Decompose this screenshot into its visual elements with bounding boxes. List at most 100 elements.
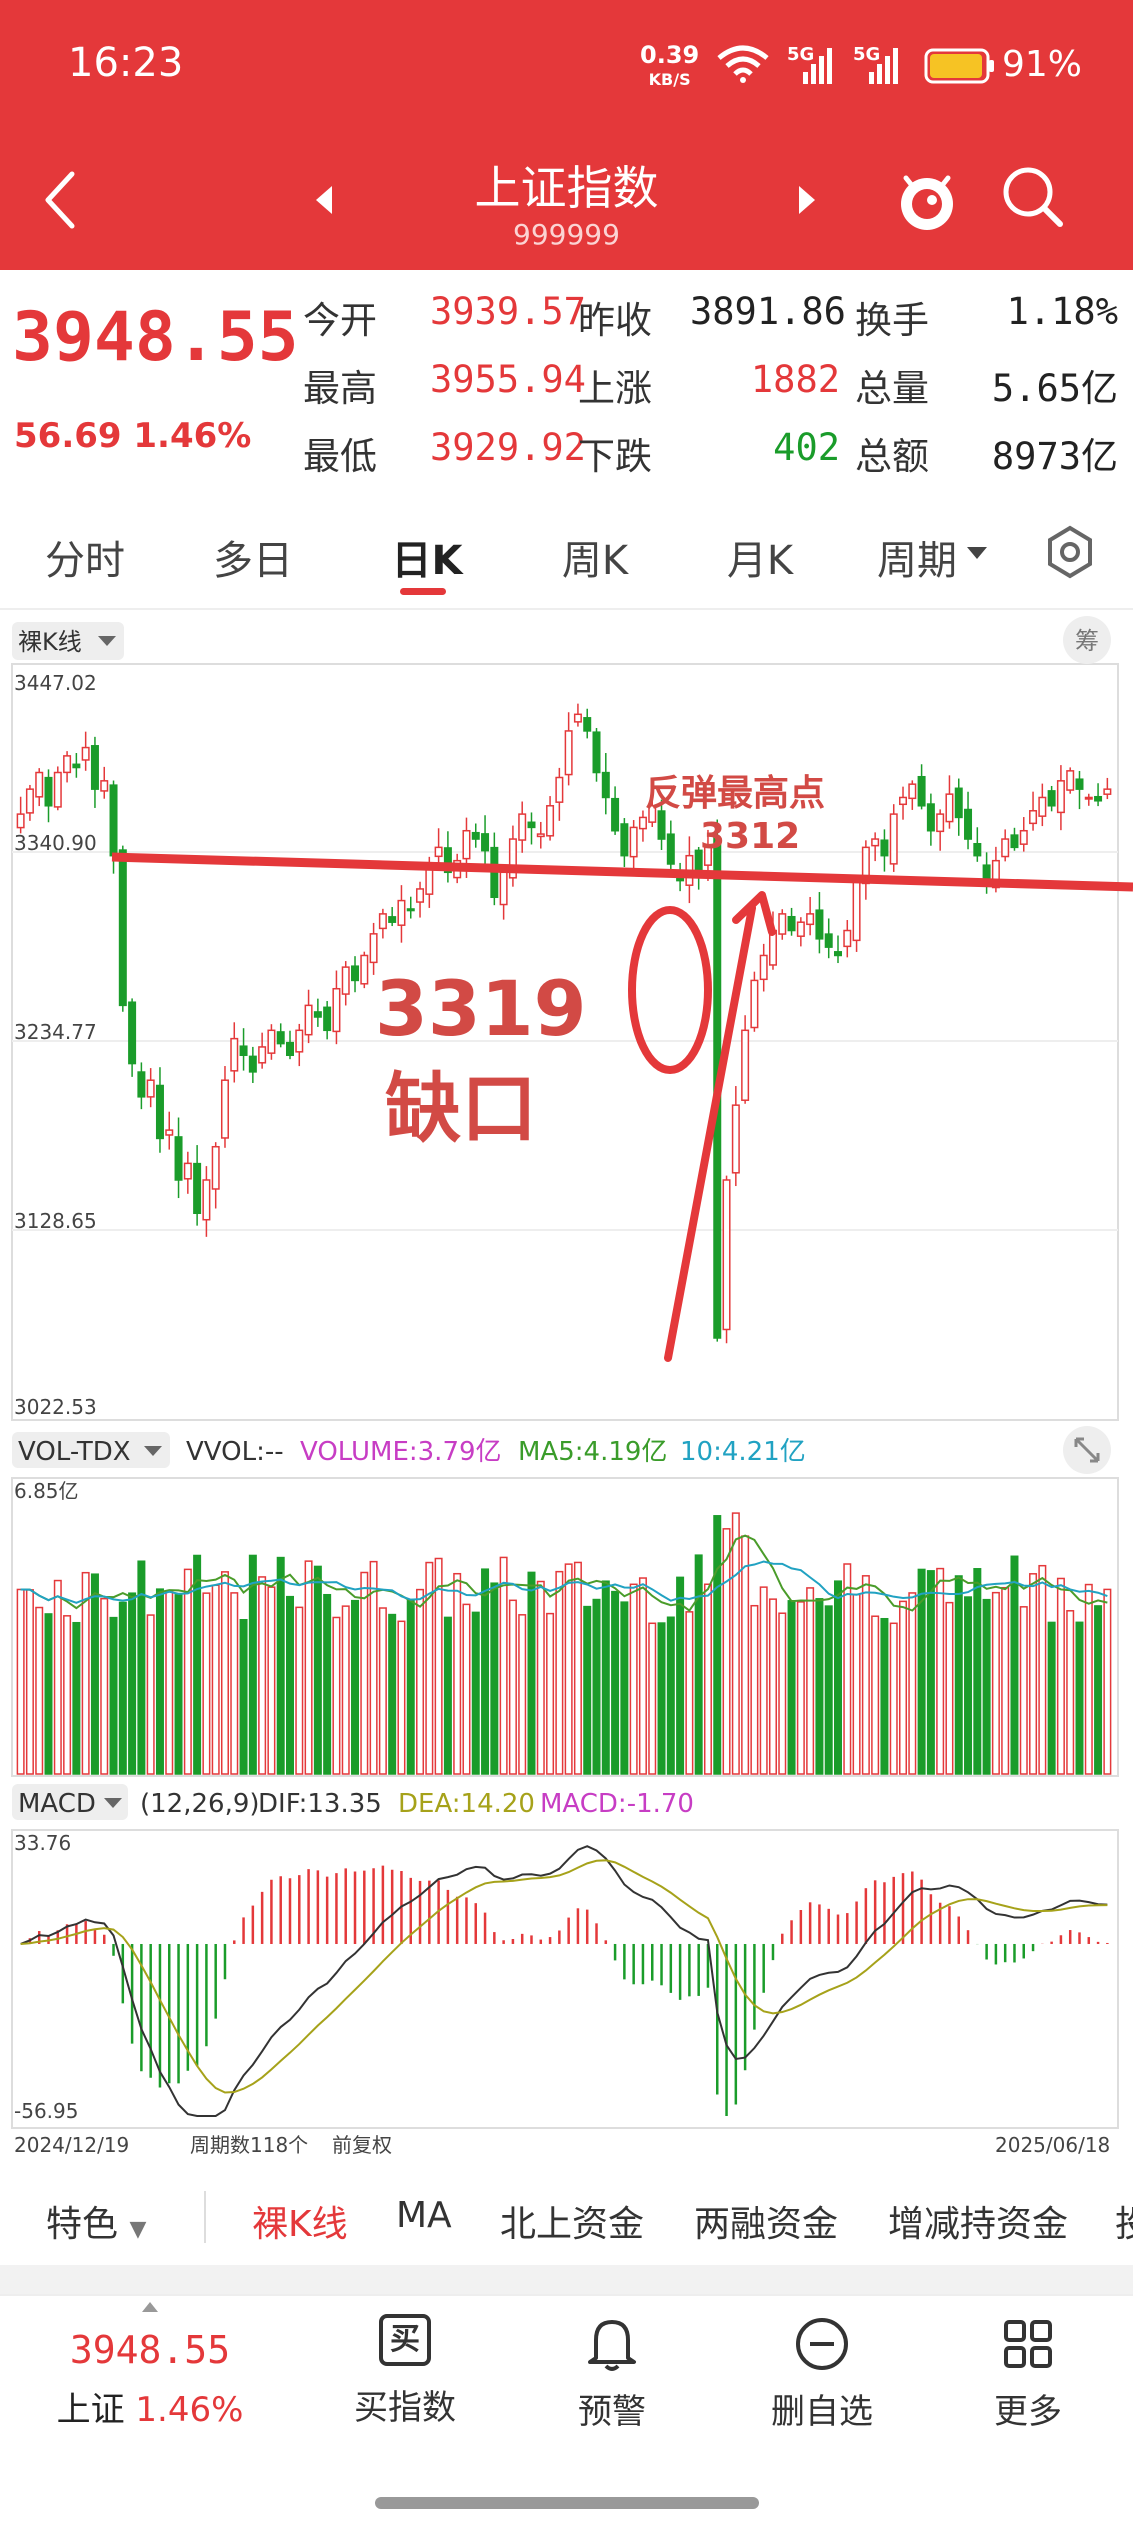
volume-bar: [53, 1579, 62, 1775]
bottom-index-info[interactable]: 上证 1.46%: [50, 2382, 250, 2431]
search-icon[interactable]: [1000, 164, 1066, 230]
tab-intraday[interactable]: 分时: [30, 528, 140, 586]
candle: [220, 1079, 229, 1139]
candle: [1066, 770, 1075, 791]
candle: [258, 1046, 267, 1064]
candle: [211, 1145, 220, 1190]
candle: [1094, 795, 1103, 802]
candle: [518, 813, 527, 841]
volume-bar: [220, 1571, 229, 1775]
macd-histogram: [28, 1865, 1109, 2116]
quote-value: 402: [773, 426, 840, 469]
volume-bar: [871, 1615, 880, 1775]
candle: [666, 833, 675, 865]
volume-bar: [796, 1601, 805, 1775]
candle: [165, 1129, 174, 1136]
volume-bar: [536, 1580, 545, 1775]
candle: [657, 810, 666, 840]
feature-special[interactable]: 特色 ▼: [46, 2195, 146, 2247]
candle: [499, 871, 508, 906]
volume-bar: [703, 1583, 712, 1775]
resistance-line: [111, 852, 1133, 892]
alert-button[interactable]: 预警: [532, 2310, 692, 2433]
quote-value: 3929.92: [430, 426, 586, 469]
candle: [564, 730, 573, 776]
tab-weekly-k[interactable]: 周K: [540, 528, 650, 586]
candle: [1103, 788, 1112, 795]
tab-multi-day[interactable]: 多日: [198, 528, 308, 586]
candle: [100, 780, 109, 792]
assistant-icon[interactable]: [892, 162, 962, 238]
candle: [323, 1006, 332, 1032]
bell-icon: [588, 2320, 636, 2371]
candle: [889, 813, 898, 865]
tab-period[interactable]: 周期: [862, 528, 972, 586]
candle: [81, 746, 90, 761]
period-count: 周期数118个: [190, 2133, 308, 2157]
quote-label: 总量: [855, 367, 929, 410]
candle: [44, 776, 53, 807]
buy-index-button[interactable]: 买 买指数: [325, 2310, 485, 2429]
ma5-legend: MA5:4.19亿: [518, 1437, 667, 1467]
chevron-up-icon: [142, 2302, 158, 2312]
rebound-high-annotation: 反弹最高点: [645, 773, 825, 814]
volume-bar: [16, 1588, 25, 1775]
bottom-price[interactable]: 3948.55: [50, 2328, 250, 2372]
volume-bar: [1047, 1621, 1056, 1775]
volume-bar: [508, 1599, 517, 1775]
feature-naked-k[interactable]: 裸K线: [252, 2195, 348, 2247]
volume-bar: [118, 1601, 127, 1775]
kline-chart[interactable]: 裸K线 筹 3447.02 3340.90 3234.77 3128.65 30…: [0, 610, 1133, 2175]
volume-bar: [128, 1592, 137, 1775]
volume-bar: [304, 1560, 313, 1775]
candle: [406, 908, 415, 912]
back-icon[interactable]: [40, 168, 80, 232]
feature-margin[interactable]: 两融资金: [694, 2195, 838, 2247]
candle: [629, 826, 638, 858]
quote-label: 下跌: [578, 435, 652, 478]
chart-area[interactable]: 裸K线 筹 3447.02 3340.90 3234.77 3128.65 30…: [0, 610, 1133, 2175]
candle: [267, 1029, 276, 1054]
volume-bar: [787, 1600, 796, 1775]
more-button[interactable]: 更多: [948, 2310, 1108, 2433]
next-stock-icon[interactable]: [795, 182, 819, 218]
vol-indicator-label: VOL-TDX: [18, 1437, 131, 1467]
chip-label: 筹: [1075, 627, 1099, 655]
tab-daily-k[interactable]: 日K: [372, 528, 482, 586]
quote-label: 最高: [303, 367, 377, 410]
candle: [583, 717, 592, 732]
volume-bar: [741, 1535, 750, 1775]
volume-bar: [936, 1567, 945, 1775]
volume-bar: [926, 1570, 935, 1775]
macd-max-tick: 33.76: [14, 1831, 71, 1855]
candle: [620, 823, 629, 857]
volume-bar: [592, 1598, 601, 1775]
candle: [899, 796, 908, 806]
quote-label: 最低: [303, 435, 377, 478]
prev-stock-icon[interactable]: [312, 182, 336, 218]
rebound-high-value: 3312: [700, 816, 800, 857]
candle: [601, 771, 610, 799]
candle: [72, 763, 81, 769]
volume-bar: [824, 1605, 833, 1775]
feature-holdings[interactable]: 增减持资金: [888, 2195, 1068, 2247]
candle: [434, 846, 443, 858]
feature-more[interactable]: 投: [1115, 2195, 1133, 2247]
volume-bar: [462, 1603, 471, 1775]
price-change: 56.69 1.46%: [14, 416, 252, 456]
candle: [843, 929, 852, 948]
price-tick: 3340.90: [14, 831, 97, 855]
volume-bar: [490, 1582, 499, 1775]
settings-icon[interactable]: [1042, 524, 1098, 580]
remove-watchlist-button[interactable]: 删自选: [742, 2310, 902, 2433]
feature-northbound[interactable]: 北上资金: [500, 2195, 644, 2247]
volume-bar: [258, 1576, 267, 1775]
tab-monthly-k[interactable]: 月K: [705, 528, 815, 586]
volume-bar: [146, 1614, 155, 1775]
volume-bar: [44, 1613, 53, 1775]
candle: [536, 833, 545, 838]
feature-ma[interactable]: MA: [396, 2195, 452, 2236]
macd-legend: MACD:-1.70: [540, 1789, 694, 1819]
quote-value: 5.65亿: [991, 367, 1118, 410]
quote-value: 1882: [750, 358, 840, 401]
